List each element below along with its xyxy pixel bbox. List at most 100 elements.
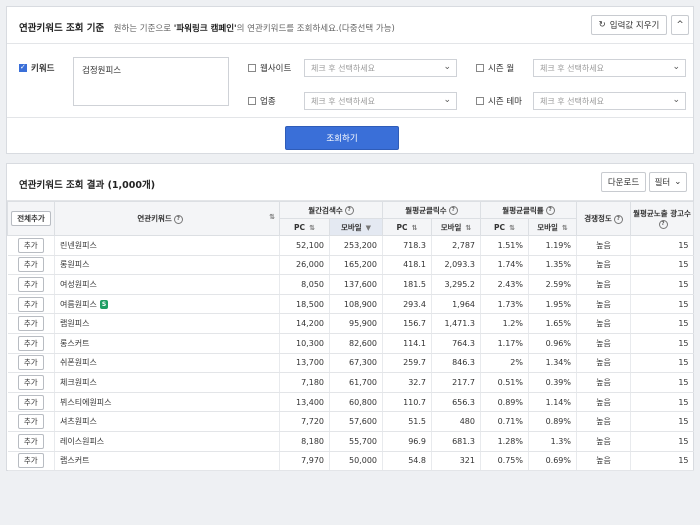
cpc-cell: 259.7 [382,353,432,374]
keyword-cell[interactable]: 랩원피스 [54,313,280,334]
ctr-mobile-header[interactable]: 모바일 ⇅ [528,218,577,236]
keyword-text: 뷔스티에원피스 [60,397,112,407]
add-keyword-button[interactable]: 추가 [17,453,44,469]
add-keyword-button[interactable]: 추가 [17,237,44,253]
mobile-label: 모바일 [440,222,462,232]
help-icon[interactable]: ? [448,206,458,215]
keyword-cell[interactable]: 롱원피스 [54,255,280,276]
mo-cell: 95,900 [329,313,383,334]
keyword-column-header[interactable]: 연관키워드? ⇅ [54,201,280,236]
keyword-cell[interactable]: 셔츠원피스 [54,411,280,432]
add-keyword-button[interactable]: 추가 [17,394,44,410]
criteria-title: 연관키워드 조회 기준 원하는 기준으로 '파워링크 캠페인'의 연관키워드를 … [19,20,395,34]
industry-select[interactable]: 체크 후 선택하세요 ⌄ [304,92,457,110]
keyword-textarea[interactable]: 검정원피스 [73,57,229,106]
filter-button[interactable]: 필터 ⌄ [649,172,687,192]
competition-header[interactable]: 경쟁정도? [576,201,631,236]
chevron-down-icon: ⌄ [443,95,451,105]
competition-cell: 높음 [576,451,631,472]
keyword-cell[interactable]: 롱스커트 [54,333,280,354]
add-keyword-button[interactable]: 추가 [17,296,44,312]
search-mobile-header[interactable]: 모바일 ▼ [329,218,383,236]
keyword-cell[interactable]: 린넨원피스 [54,235,280,256]
keyword-cell[interactable]: 레이스원피스 [54,431,280,452]
clicks-pc-header[interactable]: PC ⇅ [382,218,432,236]
keyword-checkbox[interactable]: 키워드 [19,62,54,74]
keyword-cell[interactable]: 체크원피스 [54,372,280,393]
add-keyword-button[interactable]: 추가 [17,374,44,390]
rmo-cell: 0.96% [528,333,577,354]
help-icon[interactable]: ? [613,214,623,224]
website-select[interactable]: 체크 후 선택하세요 ⌄ [304,59,457,77]
keyword-text: 린넨원피스 [60,240,97,250]
ad-count-cell: 15 [630,451,694,472]
season-theme-checkbox[interactable]: 시즌 테마 [476,95,522,107]
pc-label: PC [494,222,506,232]
pc-cell: 52,100 [279,235,330,256]
industry-checkbox[interactable]: 업종 [248,95,276,107]
hint-prefix: 원하는 기준으로 [113,24,172,34]
keyword-cell[interactable]: 여성원피스 [54,274,280,295]
add-keyword-button[interactable]: 추가 [17,355,44,371]
season-month-select[interactable]: 체크 후 선택하세요 ⌄ [533,59,686,77]
add-cell: 추가 [7,235,55,256]
cmo-cell: 1,964 [431,294,481,315]
add-cell: 추가 [7,411,55,432]
sort-icon[interactable]: ⇅ [269,213,275,221]
monthly-ctr-label: 월평균클릭률 [502,205,544,215]
add-keyword-button[interactable]: 추가 [17,335,44,351]
competition-cell: 높음 [576,294,631,315]
website-label: 웹사이트 [260,64,292,74]
keyword-cell[interactable]: 뷔스티에원피스 [54,392,280,413]
season-theme-label: 시즌 테마 [488,97,522,107]
competition-cell: 높음 [576,353,631,374]
add-keyword-button[interactable]: 추가 [17,433,44,449]
reset-input-label: 입력값 지우기 [609,21,660,31]
help-icon[interactable]: ? [658,219,668,229]
season-theme-select[interactable]: 체크 후 선택하세요 ⌄ [533,92,686,110]
help-icon[interactable]: ? [173,214,183,224]
rpc-cell: 0.51% [480,372,529,393]
pc-cell: 26,000 [279,255,330,276]
reset-input-button[interactable]: ↻ 입력값 지우기 [591,15,667,35]
add-keyword-button[interactable]: 추가 [17,414,44,430]
collapse-button[interactable]: ^ [671,15,689,35]
table-row: 추가 여성원피스 8,050 137,600 181.5 3,295.2 2.43% 2.59… [7,274,694,295]
add-keyword-button[interactable]: 추가 [17,276,44,292]
help-icon[interactable]: ? [545,206,555,215]
table-row: 추가 린넨원피스 52,100 253,200 718.3 2,787 1.51% 1.19%… [7,235,694,256]
keyword-cell[interactable]: 여름원피스 S [54,294,280,315]
checkbox-icon [476,97,484,105]
pc-cell: 10,300 [279,333,330,354]
clicks-mobile-header[interactable]: 모바일 ⇅ [431,218,481,236]
ad-count-header[interactable]: 월평균노출 광고수? [630,201,694,236]
cmo-cell: 764.3 [431,333,481,354]
download-button[interactable]: 다운로드 [601,172,646,192]
search-pc-header[interactable]: PC ⇅ [279,218,330,236]
season-month-checkbox[interactable]: 시즌 월 [476,62,514,74]
keyword-text: 랩스커트 [60,456,90,466]
ad-count-cell: 15 [630,333,694,354]
keyword-cell[interactable]: 랩스커트 [54,451,280,472]
sort-desc-icon: ▼ [365,223,372,232]
monthly-ctr-header: 월평균클릭률? [480,201,577,219]
rpc-cell: 0.89% [480,392,529,413]
competition-cell: 높음 [576,274,631,295]
add-all-header: 전체추가 [7,201,55,236]
help-icon[interactable]: ? [344,206,354,215]
rmo-cell: 1.95% [528,294,577,315]
website-checkbox[interactable]: 웹사이트 [248,62,291,74]
add-cell: 추가 [7,255,55,276]
add-keyword-button[interactable]: 추가 [17,316,44,332]
add-all-button[interactable]: 전체추가 [11,211,51,226]
pc-cell: 13,700 [279,353,330,374]
table-row: 추가 롱스커트 10,300 82,600 114.1 764.3 1.17% 0.96% 높음… [7,333,694,354]
ctr-pc-header[interactable]: PC ⇅ [480,218,529,236]
keyword-cell[interactable]: 쉬폰원피스 [54,353,280,374]
search-button[interactable]: 조회하기 [285,126,399,150]
add-keyword-button[interactable]: 추가 [17,257,44,273]
monthly-clicks-label: 월평균클릭수 [405,205,447,215]
ad-count-label: 월평균노출 광고수 [633,209,691,219]
rpc-cell: 1.74% [480,255,529,276]
cpc-cell: 114.1 [382,333,432,354]
